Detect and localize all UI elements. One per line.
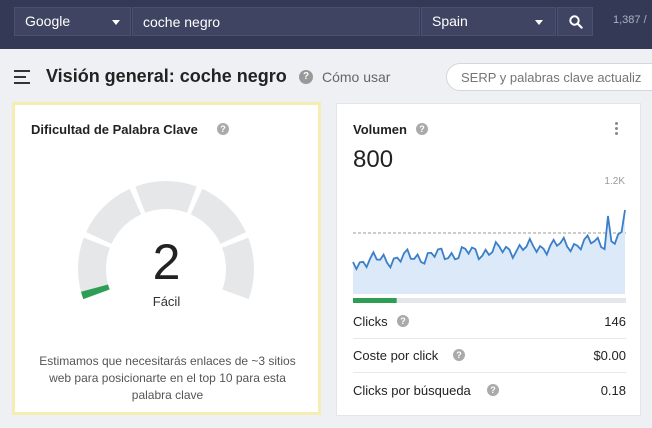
clicks-per-search-value: 0.18 <box>600 383 626 398</box>
difficulty-description: Estimamos que necesitarás enlaces de ~3 … <box>39 354 296 402</box>
keyword-difficulty-card: Dificultad de Palabra Clave ? 2 Fácil Es… <box>12 102 321 415</box>
search-engine-select[interactable]: Google <box>14 7 131 36</box>
question-icon[interactable]: ? <box>487 384 499 396</box>
serp-keywords-input[interactable] <box>446 63 652 91</box>
divider <box>353 338 626 339</box>
clicks-bar-fill <box>353 298 397 303</box>
cpc-label: Coste por click <box>353 348 439 363</box>
country-value: Spain <box>432 13 468 29</box>
question-icon[interactable]: ? <box>217 123 229 135</box>
question-icon[interactable]: ? <box>416 123 428 135</box>
clicks-label: Clicks <box>353 314 388 329</box>
credits-counter: 1,387 / <box>613 14 647 26</box>
difficulty-score: 2 <box>152 234 181 290</box>
volume-area <box>353 210 625 294</box>
menu-icon[interactable] <box>14 70 32 84</box>
chevron-down-icon <box>535 20 543 25</box>
page-title: Visión general: coche negro <box>46 66 287 86</box>
chevron-down-icon <box>112 20 120 25</box>
search-toolbar: Google Spain 1,387 / <box>0 0 652 49</box>
cpc-row: Coste por click ? $0.00 <box>353 348 626 368</box>
gauge-segment <box>135 181 197 213</box>
clicks-value: 146 <box>604 314 626 329</box>
clicks-per-search-row: Clicks por búsqueda ? 0.18 <box>353 383 626 403</box>
how-to-use-link[interactable]: Cómo usar <box>322 69 390 85</box>
keyword-input[interactable] <box>132 7 420 36</box>
divider <box>353 372 626 373</box>
chart-max-label: 1.2K <box>604 176 625 187</box>
volume-card: Volumen ? 800 1.2K Clicks ? 146 Coste po… <box>336 103 641 416</box>
cpc-value: $0.00 <box>593 348 626 363</box>
volume-value: 800 <box>353 146 394 173</box>
volume-title: Volumen <box>353 122 407 137</box>
more-options-icon[interactable] <box>613 122 619 138</box>
volume-trend-chart: 1.2K <box>352 176 627 303</box>
question-icon[interactable]: ? <box>299 70 313 84</box>
keyword-difficulty-title: Dificultad de Palabra Clave <box>31 122 198 137</box>
search-engine-value: Google <box>25 13 71 29</box>
question-icon[interactable]: ? <box>453 349 465 361</box>
search-button[interactable] <box>557 7 593 36</box>
clicks-per-search-label: Clicks por búsqueda <box>353 383 471 398</box>
question-icon[interactable]: ? <box>397 315 409 327</box>
country-select[interactable]: Spain <box>421 7 556 36</box>
clicks-row: Clicks ? 146 <box>353 314 626 334</box>
difficulty-label: Fácil <box>152 294 181 309</box>
search-icon <box>569 15 583 29</box>
